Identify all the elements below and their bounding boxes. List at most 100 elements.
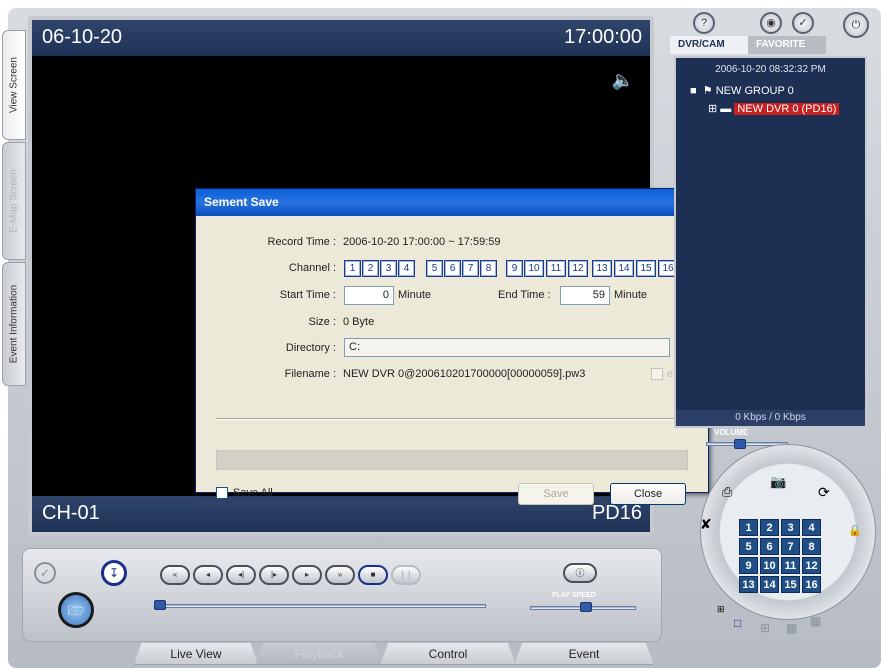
channel-checkbox-5[interactable]: 5 [426, 260, 443, 277]
grid-channel-2[interactable]: 2 [760, 519, 779, 536]
tab-favorite[interactable]: FAVORITE [748, 36, 826, 54]
grid-channel-6[interactable]: 6 [760, 538, 779, 555]
play-button[interactable]: ▸ [292, 565, 322, 585]
tab-control[interactable]: Control [380, 643, 516, 665]
start-unit: Minute [398, 289, 432, 301]
grid-channel-7[interactable]: 7 [781, 538, 800, 555]
download-icon[interactable]: ↧ [101, 560, 127, 586]
volume-knob[interactable] [734, 439, 746, 449]
channel-checkbox-13[interactable]: 13 [592, 260, 612, 277]
open-folder-icon[interactable]: 🗁 [58, 592, 94, 628]
grid-channel-9[interactable]: 9 [739, 557, 758, 574]
tab-live-view[interactable]: Live View [134, 643, 258, 665]
power-icon[interactable]: ⏻ [843, 12, 869, 38]
play-speed-knob[interactable] [580, 602, 592, 612]
info-icon[interactable]: ✓ [792, 12, 814, 34]
fast-rewind-button[interactable]: « [160, 565, 190, 585]
tab-playback[interactable]: Playback [256, 643, 382, 665]
pause-button[interactable]: ❙❙ [391, 565, 421, 585]
close-button[interactable]: Close [610, 483, 686, 505]
tab-emap-screen-label: E-Map Screen [8, 169, 20, 233]
tab-event[interactable]: Event [514, 643, 654, 665]
channel-checkbox-2[interactable]: 2 [362, 260, 379, 277]
tab-emap-screen[interactable]: E-Map Screen [2, 142, 26, 260]
channel-field-label: Channel : [288, 262, 336, 274]
grid-channel-11[interactable]: 11 [781, 557, 800, 574]
size-value: 0 Byte [343, 316, 375, 328]
refresh-icon[interactable]: ⟳ [818, 484, 830, 501]
layout-16-icon[interactable]: ▦ [810, 614, 821, 628]
tree-node-dvr[interactable]: ⊞ ▬ NEW DVR 0 (PD16) [708, 102, 840, 115]
tab-event-information[interactable]: Event Information [2, 262, 26, 386]
camera-icon[interactable]: 📷 [770, 474, 786, 490]
channel-checkbox-11[interactable]: 11 [546, 260, 566, 277]
channel-checkbox-4[interactable]: 4 [398, 260, 415, 277]
save-button[interactable]: Save [518, 483, 594, 505]
timeline-slider[interactable] [156, 604, 486, 608]
save-all-checkbox[interactable] [216, 487, 228, 499]
layout-1-icon[interactable]: □ [734, 616, 741, 630]
channel-checkbox-10[interactable]: 10 [524, 260, 544, 277]
channel-checkbox-8[interactable]: 8 [480, 260, 497, 277]
grid-channel-10[interactable]: 10 [760, 557, 779, 574]
step-back-button[interactable]: ◂| [226, 565, 256, 585]
printer-icon[interactable]: ⎙ [722, 484, 732, 500]
fast-forward-button[interactable]: » [325, 565, 355, 585]
start-time-label: Start Time : [279, 289, 336, 301]
grid-channel-15[interactable]: 15 [781, 576, 800, 593]
tree-node-group[interactable]: ■ ⚑ NEW GROUP 0 [690, 84, 794, 97]
channel-checkbox-15[interactable]: 15 [636, 260, 656, 277]
directory-input[interactable]: C: [344, 338, 670, 357]
filename-label: Filename : [284, 368, 336, 380]
layout-9-icon[interactable]: ▦ [786, 621, 797, 635]
expand-icon[interactable]: ⊞ [708, 103, 717, 115]
grid-channel-4[interactable]: 4 [802, 519, 821, 536]
device-label: PD16 [591, 502, 642, 524]
end-time-input[interactable]: 59 [560, 286, 610, 305]
exe-checkbox[interactable] [651, 368, 663, 380]
tree-node-dvr-label: NEW DVR 0 (PD16) [734, 103, 840, 115]
zoom-icon[interactable]: ⊞ [717, 604, 725, 615]
segment-save-dialog: Sement Save Record Time : 2006-10-20 17:… [195, 188, 709, 505]
start-time-input[interactable]: 0 [344, 286, 394, 305]
collapse-icon[interactable]: ■ [690, 85, 697, 97]
save-progress-bar [216, 450, 688, 470]
timeline-knob[interactable] [154, 600, 166, 610]
channel-checkbox-6[interactable]: 6 [444, 260, 461, 277]
tree-node-group-label: NEW GROUP 0 [715, 85, 794, 97]
grid-channel-12[interactable]: 12 [802, 557, 821, 574]
bandwidth-label: 0 Kbps / 0 Kbps [676, 410, 865, 426]
lock-icon[interactable]: 🔒 [848, 524, 862, 537]
channel-checkbox-9[interactable]: 9 [506, 260, 523, 277]
network-icon[interactable]: ◉ [760, 12, 782, 34]
grid-channel-3[interactable]: 3 [781, 519, 800, 536]
tools-icon[interactable]: ✘ [700, 516, 712, 533]
grid-channel-8[interactable]: 8 [802, 538, 821, 555]
channel-checkbox-14[interactable]: 14 [614, 260, 634, 277]
grid-channel-16[interactable]: 16 [802, 576, 821, 593]
rewind-button[interactable]: ◂ [193, 565, 223, 585]
stop-button[interactable]: ■ [358, 565, 388, 585]
grid-channel-1[interactable]: 1 [739, 519, 758, 536]
channel-checkbox-12[interactable]: 12 [568, 260, 588, 277]
play-speed-icon[interactable]: ⓘ [563, 563, 597, 583]
tab-dvrcam[interactable]: DVR/CAM [670, 36, 748, 54]
channel-checkbox-7[interactable]: 7 [462, 260, 479, 277]
grid-channel-5[interactable]: 5 [739, 538, 758, 555]
grid-channel-13[interactable]: 13 [739, 576, 758, 593]
end-time-label: End Time : [498, 289, 551, 301]
speaker-icon[interactable]: 🔈 [612, 70, 634, 91]
channel-checkbox-3[interactable]: 3 [380, 260, 397, 277]
tab-event-information-label: Event Information [8, 284, 20, 364]
channel-checkbox-1[interactable]: 1 [344, 260, 361, 277]
device-tree: 2006-10-20 08:32:32 PM ■ ⚑ NEW GROUP 0 ⊞… [674, 56, 867, 428]
grid-channel-14[interactable]: 14 [760, 576, 779, 593]
dialog-title: Sement Save [196, 189, 708, 216]
check-icon[interactable]: ✓ [34, 562, 56, 584]
help-icon[interactable]: ? [693, 12, 715, 34]
layout-4-icon[interactable]: ⊞ [760, 621, 770, 635]
directory-label: Directory : [285, 342, 336, 354]
end-unit: Minute [614, 289, 648, 301]
tab-view-screen[interactable]: View Screen [2, 30, 26, 140]
step-forward-button[interactable]: |▸ [259, 565, 289, 585]
